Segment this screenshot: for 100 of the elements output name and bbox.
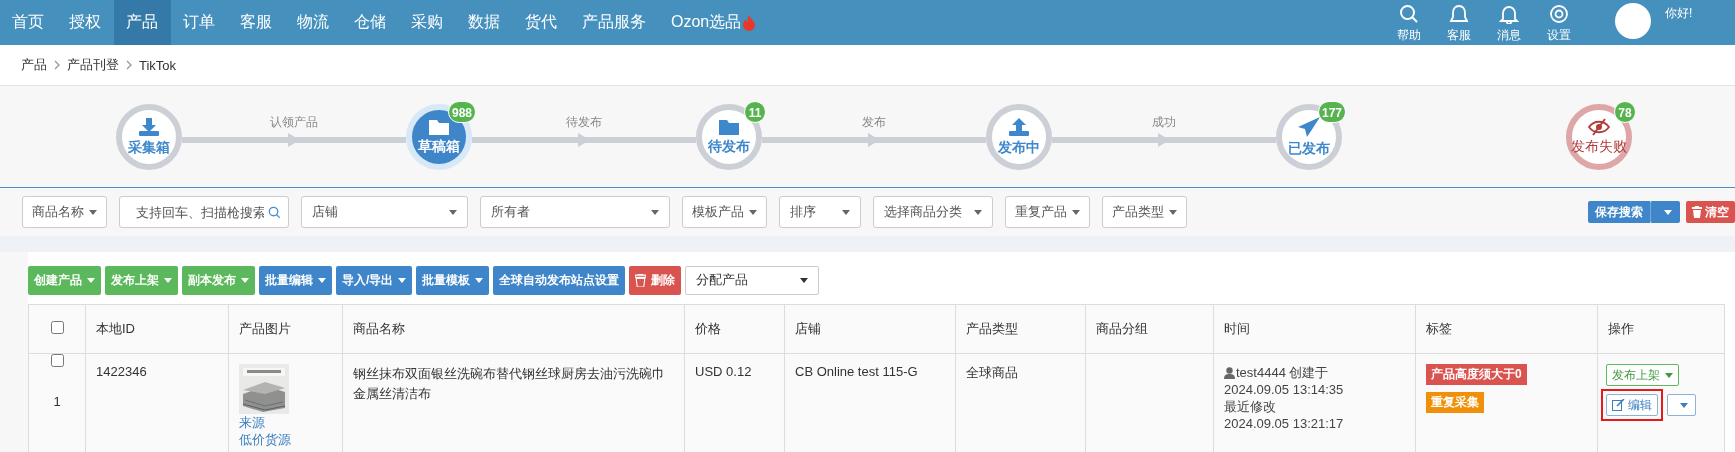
toolbar-button[interactable]: 消息 — [1497, 1, 1521, 44]
column-header: 商品名称 — [353, 321, 405, 336]
filter-dropdown[interactable]: 商品名称 — [22, 196, 107, 228]
save-search-button[interactable]: 保存搜索 — [1588, 201, 1650, 223]
toolbar-button[interactable]: 导入/导出 — [336, 265, 413, 295]
timestamp-label: 最近修改 — [1224, 398, 1277, 415]
column-header: 产品图片 — [239, 321, 291, 336]
column-header: 本地ID — [96, 321, 135, 336]
greeting: 你好! — [1665, 5, 1693, 22]
caret-icon — [800, 277, 809, 283]
table-cell: 钢丝抹布双面银丝洗碗布替代钢丝球厨房去油污洗碗巾金属丝清洁布 — [353, 366, 665, 401]
caret-icon — [1665, 372, 1673, 378]
count-badge: 177 — [1317, 100, 1346, 123]
toolbar-button[interactable]: 设置 — [1547, 1, 1571, 44]
caret-icon — [89, 209, 97, 215]
bell-icon — [1499, 3, 1519, 24]
tag: 产品高度须大于0 — [1426, 364, 1527, 385]
select-field[interactable]: 选择商品分类 — [873, 196, 993, 228]
avatar-icon[interactable] — [1615, 3, 1651, 39]
nav-tab[interactable]: 订单 — [171, 0, 228, 45]
nav-tab[interactable]: 授权 — [57, 0, 114, 45]
trash-icon — [635, 273, 647, 287]
checkbox[interactable] — [50, 354, 64, 367]
table-cell: CB Online test 115-G — [795, 364, 918, 379]
step-label: 待发布 — [566, 113, 602, 130]
caret-icon — [651, 209, 659, 215]
nav-tab[interactable]: 首页 — [0, 0, 57, 45]
breadcrumb-link[interactable]: 产品刊登 — [67, 56, 119, 74]
step-node[interactable]: 采集箱 — [116, 103, 182, 170]
toolbar-button[interactable]: 创建产品 — [28, 265, 101, 295]
select-field[interactable]: 排序 — [779, 196, 861, 228]
nav-tab[interactable]: 产品服务 — [570, 0, 659, 45]
select-field[interactable]: 分配产品 — [685, 265, 820, 295]
download-icon — [138, 116, 160, 137]
publish-button[interactable]: 发布上架 — [1606, 364, 1679, 386]
timestamp: 2024.09.05 13:14:35 — [1224, 381, 1345, 398]
timestamp: 2024.09.05 13:21:17 — [1224, 415, 1345, 432]
nav-tab[interactable]: 产品 — [114, 0, 171, 45]
nav-tab[interactable]: 采购 — [399, 0, 456, 45]
step-label: 成功 — [1152, 113, 1176, 130]
step-label: 发布 — [862, 113, 886, 130]
caret-icon — [1072, 209, 1080, 215]
paper-plane-icon — [1297, 115, 1321, 138]
dropdown-button[interactable] — [1667, 394, 1696, 416]
breadcrumb-link[interactable]: 产品 — [21, 56, 47, 74]
trash-icon — [1692, 206, 1702, 218]
delete-button[interactable]: 删除 — [629, 265, 682, 295]
nav-tab[interactable]: 数据 — [456, 0, 513, 45]
filter-dropdown[interactable]: 产品类型 — [1102, 196, 1187, 228]
filter-dropdown[interactable]: 重复产品 — [1005, 196, 1090, 228]
chevron-icon — [126, 60, 132, 70]
clear-button[interactable]: 清空 — [1686, 201, 1735, 223]
edit-icon — [1612, 399, 1625, 411]
column-header: 时间 — [1224, 321, 1250, 336]
caret-icon — [1664, 209, 1672, 215]
dropdown-button[interactable] — [1650, 201, 1680, 223]
column-header: 店铺 — [795, 321, 821, 336]
caret-icon — [1169, 209, 1177, 215]
filter-dropdown[interactable]: 模板产品 — [682, 196, 767, 228]
user-icon — [1224, 366, 1235, 379]
creator-text: test4444 创建于 — [1236, 364, 1329, 381]
step-node[interactable]: 发布中 — [986, 103, 1052, 170]
caret-icon — [475, 277, 484, 283]
caret-icon — [842, 209, 850, 215]
nav-tab[interactable]: 客服 — [228, 0, 285, 45]
toolbar-button[interactable]: 批量模板 — [416, 265, 490, 295]
hidden-eye-icon — [1587, 117, 1611, 136]
count-badge: 11 — [744, 100, 766, 123]
caret-icon — [318, 277, 326, 283]
select-field[interactable]: 店铺 — [301, 196, 468, 228]
nav-tab[interactable]: 仓储 — [342, 0, 399, 45]
toolbar-button[interactable]: 全球自动发布站点设置 — [493, 265, 626, 295]
link[interactable]: 低价货源 — [239, 431, 342, 448]
edit-button[interactable]: 编辑 — [1606, 394, 1658, 416]
nav-tab[interactable]: Ozon选品 — [659, 0, 769, 45]
tag: 重复采集 — [1426, 392, 1484, 413]
folder-icon — [428, 117, 450, 136]
checkbox[interactable] — [50, 321, 64, 334]
caret-icon — [241, 277, 249, 283]
toolbar-button[interactable]: 发布上架 — [105, 265, 178, 295]
link[interactable]: 来源 — [239, 414, 342, 431]
column-header: 产品类型 — [966, 321, 1018, 336]
toolbar-button[interactable]: 批量编辑 — [259, 265, 332, 295]
select-field[interactable]: 所有者 — [480, 196, 670, 228]
column-header: 价格 — [695, 321, 721, 336]
caret-icon — [974, 209, 982, 215]
search-icon — [268, 206, 281, 219]
folder-icon — [718, 117, 740, 136]
caret-icon — [398, 277, 407, 283]
upload-icon — [1008, 116, 1030, 137]
toolbar-button[interactable]: 帮助 — [1397, 1, 1421, 44]
toolbar-button[interactable]: 客服 — [1447, 1, 1471, 44]
gear-icon — [1549, 3, 1569, 24]
nav-tab[interactable]: 物流 — [285, 0, 342, 45]
count-badge: 988 — [447, 100, 476, 123]
nav-tab[interactable]: 货代 — [513, 0, 570, 45]
column-header: 商品分组 — [1096, 321, 1148, 336]
breadcrumb-current: TikTok — [139, 57, 177, 73]
table-cell: USD 0.12 — [695, 364, 752, 379]
toolbar-button[interactable]: 副本发布 — [182, 265, 255, 295]
